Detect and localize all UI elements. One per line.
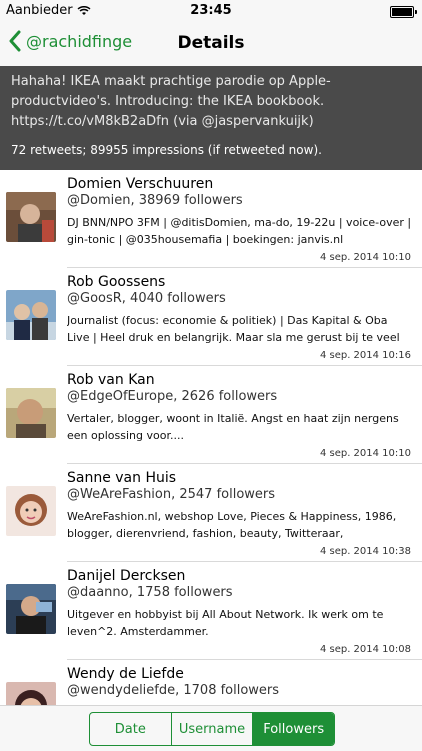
avatar (6, 584, 56, 634)
bottom-toolbar: Date Username Followers (0, 705, 422, 751)
list-item[interactable]: Rob van Kan @EdgeOfEurope, 2626 follower… (0, 366, 422, 464)
follower-handle: @daanno, 1758 followers (67, 585, 233, 600)
retweet-date: 4 sep. 2014 10:10 (319, 448, 411, 459)
navigation-bar: @rachidfinge Details (0, 22, 422, 66)
follower-name: Danijel Dercksen (67, 568, 186, 584)
follower-handle: @GoosR, 4040 followers (67, 291, 226, 306)
follower-bio: WeAreFashion.nl, webshop Love, Pieces & … (67, 510, 397, 540)
list-item[interactable]: Danijel Dercksen @daanno, 1758 followers… (0, 562, 422, 660)
status-bar: Aanbieder 23:45 (0, 0, 422, 22)
retweet-date: 4 sep. 2014 10:08 (319, 644, 411, 655)
list-item[interactable]: Domien Verschuuren @Domien, 38969 follow… (0, 170, 422, 268)
retweeter-list[interactable]: Domien Verschuuren @Domien, 38969 follow… (0, 170, 422, 705)
follower-handle: @Domien, 38969 followers (67, 193, 243, 208)
battery-icon (390, 6, 417, 18)
list-item[interactable]: Wendy de Liefde @wendydeliefde, 1708 fol… (0, 660, 422, 705)
tweet-header: Hahaha! IKEA maakt prachtige parodie op … (0, 66, 422, 170)
retweet-date: 4 sep. 2014 10:38 (319, 546, 411, 557)
clock: 23:45 (190, 3, 232, 18)
follower-name: Rob Goossens (67, 274, 166, 290)
follower-handle: @wendydeliefde, 1708 followers (67, 683, 280, 698)
retweet-date: 4 sep. 2014 10:16 (319, 350, 411, 361)
sort-segmented-control: Date Username Followers (89, 712, 335, 746)
list-item[interactable]: Rob Goossens @GoosR, 4040 followers Jour… (0, 268, 422, 366)
follower-name: Rob van Kan (67, 372, 155, 388)
avatar (6, 290, 56, 340)
sort-by-followers-tab[interactable]: Followers (252, 713, 334, 745)
tweet-stats: 72 retweets; 89955 impressions (if retwe… (11, 143, 322, 157)
retweet-date: 4 sep. 2014 10:10 (319, 252, 411, 263)
follower-bio: Vertaler, blogger, woont in Italië. Angs… (67, 412, 399, 442)
follower-name: Domien Verschuuren (67, 176, 214, 192)
avatar (6, 388, 56, 438)
list-item[interactable]: Sanne van Huis @WeAreFashion, 2547 follo… (0, 464, 422, 562)
avatar (6, 682, 56, 705)
follower-name: Wendy de Liefde (67, 666, 184, 682)
page-title: Details (177, 33, 245, 53)
follower-bio: DJ BNN/NPO 3FM | @ditisDomien, ma-do, 19… (67, 216, 412, 246)
sort-by-username-tab[interactable]: Username (170, 713, 253, 745)
follower-handle: @EdgeOfEurope, 2626 followers (67, 389, 278, 404)
tweet-text: Hahaha! IKEA maakt prachtige parodie op … (11, 74, 331, 129)
sort-by-date-tab[interactable]: Date (90, 713, 171, 745)
follower-bio: Uitgever en hobbyist bij All About Netwo… (67, 608, 384, 638)
avatar (6, 192, 56, 242)
follower-name: Sanne van Huis (67, 470, 177, 486)
follower-handle: @WeAreFashion, 2547 followers (67, 487, 276, 502)
avatar (6, 486, 56, 536)
follower-bio: Journalist (focus: economie & politiek) … (67, 314, 400, 344)
